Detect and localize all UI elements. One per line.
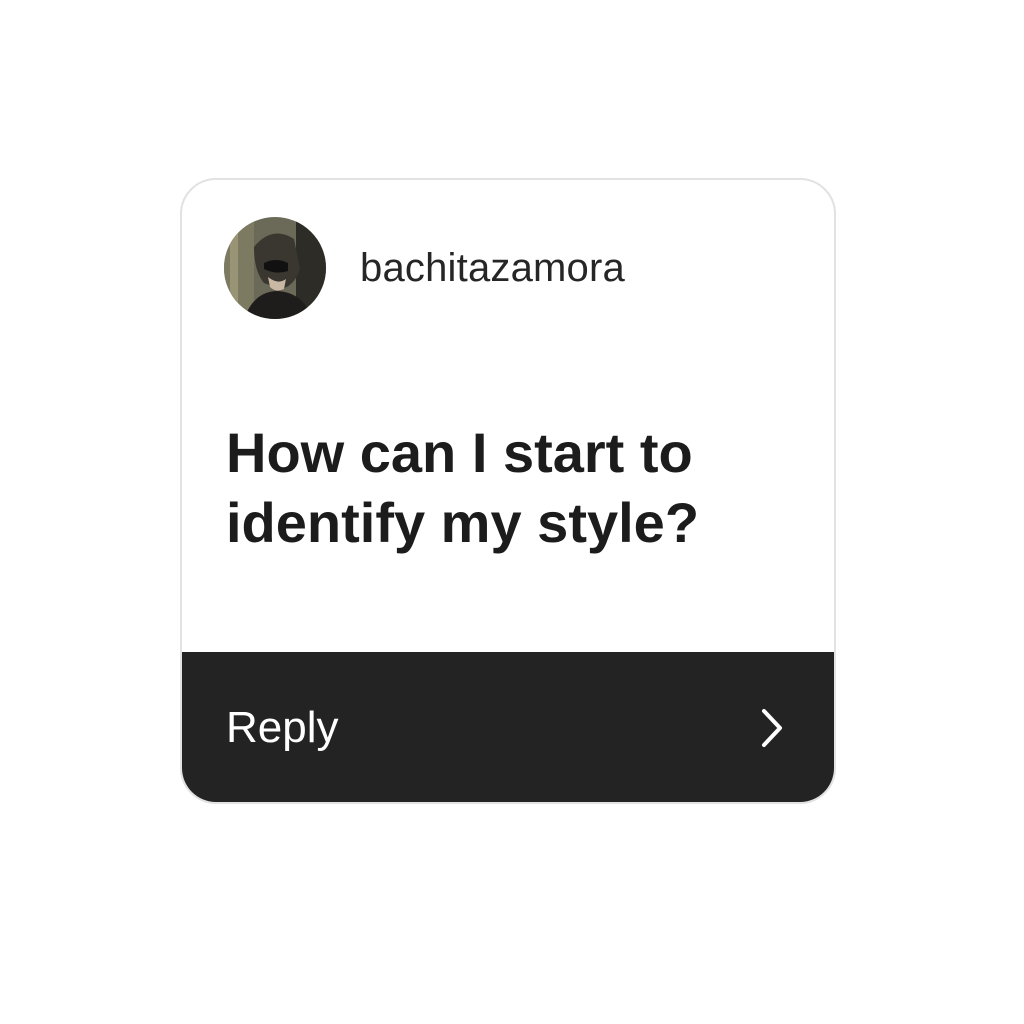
avatar-photo bbox=[224, 217, 326, 319]
chevron-right-icon bbox=[762, 709, 782, 747]
card-header: bachitazamora bbox=[224, 216, 625, 320]
avatar[interactable] bbox=[224, 217, 326, 319]
question-sticker-card: bachitazamora How can I start to identif… bbox=[180, 178, 836, 804]
username[interactable]: bachitazamora bbox=[360, 246, 625, 291]
reply-label: Reply bbox=[226, 703, 339, 752]
question-text: How can I start to identify my style? bbox=[226, 421, 700, 554]
reply-button[interactable]: Reply bbox=[182, 652, 834, 802]
